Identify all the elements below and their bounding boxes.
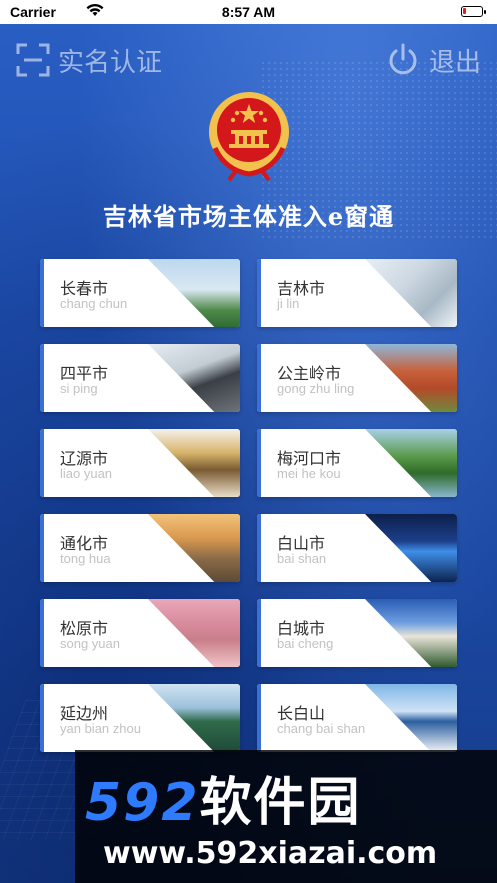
- city-pinyin: ji lin: [277, 296, 300, 311]
- yanbian-photo: [148, 684, 240, 752]
- real-name-auth-button[interactable]: 实名认证: [16, 40, 162, 80]
- card-accent: [40, 344, 44, 412]
- card-accent: [257, 684, 261, 752]
- card-accent: [257, 344, 261, 412]
- logout-button[interactable]: 退出: [385, 40, 481, 80]
- city-card-changchun[interactable]: 长春市 chang chun: [40, 259, 240, 327]
- card-accent: [40, 684, 44, 752]
- card-accent: [40, 259, 44, 327]
- real-name-auth-label: 实名认证: [58, 47, 163, 78]
- city-pinyin: tong hua: [60, 551, 111, 566]
- card-accent: [257, 259, 261, 327]
- status-bar: Carrier 8:57 AM: [0, 0, 497, 24]
- city-card-jilin[interactable]: 吉林市 ji lin: [257, 259, 457, 327]
- city-pinyin: song yuan: [60, 636, 120, 651]
- city-card-tonghua[interactable]: 通化市 tong hua: [40, 514, 240, 582]
- watermark-brand-number: 592: [85, 773, 200, 833]
- card-accent: [40, 514, 44, 582]
- city-pinyin: gong zhu ling: [277, 381, 355, 396]
- clock: 8:57 AM: [221, 4, 276, 20]
- city-pinyin: chang bai shan: [277, 721, 366, 736]
- card-accent: [40, 429, 44, 497]
- scan-icon: [16, 43, 50, 77]
- baicheng-photo: [365, 599, 457, 667]
- city-card-baishan[interactable]: 白山市 bai shan: [257, 514, 457, 582]
- watermark: 592软件园 www.592xiazai.com: [75, 750, 497, 883]
- watermark-url: www.592xiazai.com: [103, 836, 438, 871]
- meihekou-photo: [365, 429, 457, 497]
- city-card-baicheng[interactable]: 白城市 bai cheng: [257, 599, 457, 667]
- city-pinyin: yan bian zhou: [60, 721, 141, 736]
- power-icon: [389, 43, 417, 75]
- city-card-siping[interactable]: 四平市 si ping: [40, 344, 240, 412]
- city-pinyin: liao yuan: [60, 466, 113, 481]
- city-pinyin: si ping: [60, 381, 98, 396]
- city-card-yanbian[interactable]: 延边州 yan bian zhou: [40, 684, 240, 752]
- city-card-changbaishan[interactable]: 长白山 chang bai shan: [257, 684, 457, 752]
- watermark-brand-text: 软件园: [199, 773, 362, 833]
- city-card-gongzhuling[interactable]: 公主岭市 gong zhu ling: [257, 344, 457, 412]
- city-pinyin: mei he kou: [277, 466, 341, 481]
- national-emblem-icon: [209, 92, 289, 182]
- tonghua-photo: [148, 514, 240, 582]
- city-card-songyuan[interactable]: 松原市 song yuan: [40, 599, 240, 667]
- siping-photo: [148, 344, 240, 412]
- jilin-photo: [365, 259, 457, 327]
- card-accent: [257, 514, 261, 582]
- city-pinyin: chang chun: [60, 296, 128, 311]
- page-title: 吉林省市场主体准入e窗通: [102, 202, 395, 231]
- card-accent: [40, 599, 44, 667]
- watermark-brand: 592软件园: [85, 760, 362, 835]
- logout-label: 退出: [428, 47, 481, 78]
- city-card-liaoyuan[interactable]: 辽源市 liao yuan: [40, 429, 240, 497]
- songyuan-photo: [148, 599, 240, 667]
- card-accent: [257, 429, 261, 497]
- city-card-meihekou[interactable]: 梅河口市 mei he kou: [257, 429, 457, 497]
- city-pinyin: bai shan: [277, 551, 327, 566]
- changchun-photo: [148, 259, 240, 327]
- liaoyuan-photo: [148, 429, 240, 497]
- gongzhuling-photo: [365, 344, 457, 412]
- card-accent: [257, 599, 261, 667]
- city-pinyin: bai cheng: [277, 636, 334, 651]
- battery-icon: [461, 6, 486, 17]
- baishan-photo: [365, 514, 457, 582]
- changbaishan-photo: [365, 684, 457, 752]
